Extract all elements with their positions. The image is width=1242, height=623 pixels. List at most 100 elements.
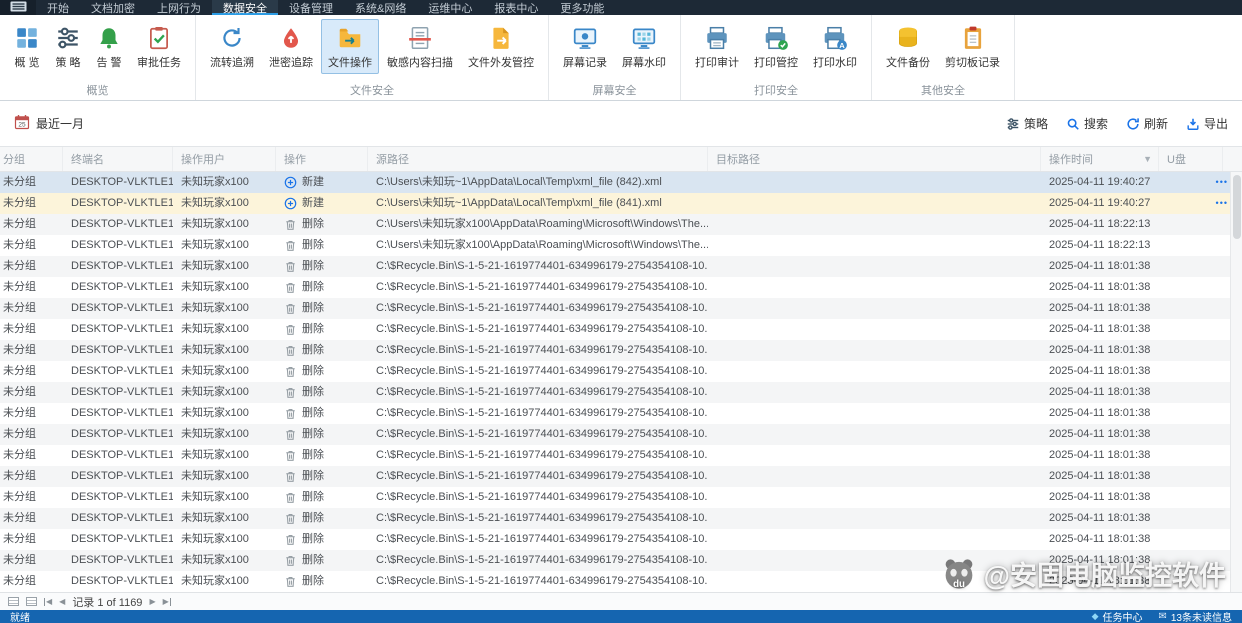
alarm-bell-button[interactable]: 告 警: [89, 19, 129, 74]
usb-cell: [1159, 277, 1223, 298]
screen-record-button[interactable]: 屏幕记录: [556, 19, 614, 74]
table-row[interactable]: 未分组 DESKTOP-VLKTLE1 未知玩家x100 新建 C:\Users\未知玩…: [0, 172, 1242, 193]
operation-cell: 删除: [276, 256, 368, 277]
column-header-3[interactable]: 操作: [276, 147, 368, 171]
table-row[interactable]: 未分组 DESKTOP-VLKTLE1 未知玩家x100 删除 C:\$Recycle.…: [0, 529, 1242, 550]
table-row[interactable]: 未分组 DESKTOP-VLKTLE1 未知玩家x100 删除 C:\$Recycle.…: [0, 571, 1242, 592]
terminal-cell: DESKTOP-VLKTLE1: [71, 302, 173, 314]
leak-track-button[interactable]: 泄密追踪: [262, 19, 320, 74]
table-row[interactable]: 未分组 DESKTOP-VLKTLE1 未知玩家x100 删除 C:\$Recycle.…: [0, 466, 1242, 487]
approval-clipboard-button[interactable]: 审批任务: [130, 19, 188, 74]
group-cell: 未分组: [3, 470, 36, 482]
table-row[interactable]: 未分组 DESKTOP-VLKTLE1 未知玩家x100 删除 C:\$Recycle.…: [0, 277, 1242, 298]
table-row[interactable]: 未分组 DESKTOP-VLKTLE1 未知玩家x100 删除 C:\$Recycle.…: [0, 424, 1242, 445]
column-header-6[interactable]: 操作时间 ▼: [1041, 147, 1159, 171]
refresh-button[interactable]: 刷新: [1126, 115, 1168, 132]
last-page-button[interactable]: ▶: [163, 597, 171, 606]
menu-item-2[interactable]: 上网行为: [146, 0, 212, 15]
time-filter-caret-icon[interactable]: ▼: [1143, 154, 1152, 164]
menu-item-1[interactable]: 文档加密: [80, 0, 146, 15]
table-row[interactable]: 未分组 DESKTOP-VLKTLE1 未知玩家x100 删除 C:\$Recycle.…: [0, 382, 1242, 403]
menu-item-3[interactable]: 数据安全: [212, 0, 278, 15]
unread-messages-button[interactable]: ✉ 13条未读信息: [1158, 609, 1232, 623]
column-header-1[interactable]: 终端名: [63, 147, 173, 171]
table-row[interactable]: 未分组 DESKTOP-VLKTLE1 未知玩家x100 删除 C:\$Recycle.…: [0, 445, 1242, 466]
print-audit-button[interactable]: 打印审计: [688, 19, 746, 74]
task-center-button[interactable]: ◆ 任务中心: [1092, 609, 1143, 623]
prev-page-button[interactable]: ◀: [59, 597, 65, 606]
usb-cell: [1159, 424, 1223, 445]
terminal-cell: DESKTOP-VLKTLE1: [71, 491, 173, 503]
operation-cell: 删除: [276, 319, 368, 340]
trash-icon: [284, 407, 297, 420]
row-more-button[interactable]: •••: [1216, 193, 1228, 214]
filter-sliders-button[interactable]: 策略: [1006, 115, 1048, 132]
operation-label: 新建: [302, 197, 324, 209]
table-row[interactable]: 未分组 DESKTOP-VLKTLE1 未知玩家x100 新建 C:\Users\未知玩…: [0, 193, 1242, 214]
menu-item-8[interactable]: 更多功能: [549, 0, 615, 15]
row-more-button[interactable]: •••: [1216, 172, 1228, 193]
export-button[interactable]: 导出: [1186, 115, 1228, 132]
ribbon-group-0: 概 览 策 略 告 警 审批任务概览: [0, 15, 196, 100]
table-row[interactable]: 未分组 DESKTOP-VLKTLE1 未知玩家x100 删除 C:\$Recycle.…: [0, 256, 1242, 277]
table-row[interactable]: 未分组 DESKTOP-VLKTLE1 未知玩家x100 删除 C:\$Recycle.…: [0, 340, 1242, 361]
dst-cell: [708, 487, 1041, 508]
terminal-cell: DESKTOP-VLKTLE1: [71, 449, 173, 461]
table-row[interactable]: 未分组 DESKTOP-VLKTLE1 未知玩家x100 删除 C:\$Recycle.…: [0, 361, 1242, 382]
flow-trace-button[interactable]: 流转追溯: [203, 19, 261, 74]
overview-grid-button[interactable]: 概 览: [7, 19, 47, 74]
menu-item-0[interactable]: 开始: [36, 0, 80, 15]
vertical-scrollbar[interactable]: [1230, 172, 1242, 592]
column-header-7[interactable]: U盘: [1159, 147, 1223, 171]
time-cell: 2025-04-11 18:01:38: [1049, 470, 1151, 482]
src-cell: C:\$Recycle.Bin\S-1-5-21-1619774401-6349…: [376, 386, 708, 398]
menu-item-7[interactable]: 报表中心: [483, 0, 549, 15]
screen-record-icon: [572, 25, 598, 51]
dst-cell: [708, 361, 1041, 382]
operation-label: 删除: [302, 386, 324, 398]
column-header-5[interactable]: 目标路径: [708, 147, 1041, 171]
file-outgoing-button[interactable]: 文件外发管控: [461, 19, 541, 74]
next-page-button[interactable]: ▶: [149, 597, 155, 606]
table-row[interactable]: 未分组 DESKTOP-VLKTLE1 未知玩家x100 删除 C:\$Recycle.…: [0, 487, 1242, 508]
file-operation-icon: [337, 25, 363, 51]
table-row[interactable]: 未分组 DESKTOP-VLKTLE1 未知玩家x100 删除 C:\$Recycle.…: [0, 550, 1242, 571]
file-operation-button[interactable]: 文件操作: [321, 19, 379, 74]
column-header-0[interactable]: 分组: [0, 147, 63, 171]
table-row[interactable]: 未分组 DESKTOP-VLKTLE1 未知玩家x100 删除 C:\$Recycle.…: [0, 508, 1242, 529]
user-cell: 未知玩家x100: [181, 323, 249, 335]
list-view-icon[interactable]: [26, 597, 37, 606]
table-row[interactable]: 未分组 DESKTOP-VLKTLE1 未知玩家x100 删除 C:\$Recycle.…: [0, 298, 1242, 319]
operation-label: 删除: [302, 260, 324, 272]
column-header-4[interactable]: 源路径: [368, 147, 708, 171]
src-cell: C:\$Recycle.Bin\S-1-5-21-1619774401-6349…: [376, 491, 708, 503]
app-menu-button[interactable]: [0, 0, 36, 15]
group-cell: 未分组: [3, 533, 36, 545]
grid-view-icon[interactable]: [8, 597, 19, 606]
menu-item-4[interactable]: 设备管理: [278, 0, 344, 15]
print-watermark-button[interactable]: A 打印水印: [806, 19, 864, 74]
group-cell: 未分组: [3, 218, 36, 230]
menu-item-6[interactable]: 运维中心: [417, 0, 483, 15]
print-control-button[interactable]: 打印管控: [747, 19, 805, 74]
terminal-cell: DESKTOP-VLKTLE1: [71, 281, 173, 293]
table-row[interactable]: 未分组 DESKTOP-VLKTLE1 未知玩家x100 删除 C:\$Recycle.…: [0, 319, 1242, 340]
src-cell: C:\$Recycle.Bin\S-1-5-21-1619774401-6349…: [376, 365, 708, 377]
date-range-filter[interactable]: 25 最近一月: [14, 114, 84, 133]
screen-watermark-button[interactable]: 屏幕水印: [615, 19, 673, 74]
scrollbar-thumb[interactable]: [1233, 175, 1241, 239]
table-row[interactable]: 未分组 DESKTOP-VLKTLE1 未知玩家x100 删除 C:\Users\未知玩…: [0, 214, 1242, 235]
menu-item-5[interactable]: 系统&网络: [344, 0, 417, 15]
column-header-2[interactable]: 操作用户: [173, 147, 276, 171]
ribbon-group-label: 概览: [86, 85, 109, 97]
table-row[interactable]: 未分组 DESKTOP-VLKTLE1 未知玩家x100 删除 C:\Users\未知玩…: [0, 235, 1242, 256]
sensitive-scan-button[interactable]: 敏感内容扫描: [380, 19, 460, 74]
search-button[interactable]: 搜索: [1066, 115, 1108, 132]
policy-sliders-button[interactable]: 策 略: [48, 19, 88, 74]
trash-icon: [284, 449, 297, 462]
clipboard-record-button[interactable]: 剪切板记录: [938, 19, 1007, 74]
table-row[interactable]: 未分组 DESKTOP-VLKTLE1 未知玩家x100 删除 C:\$Recycle.…: [0, 403, 1242, 424]
file-backup-button[interactable]: 文件备份: [879, 19, 937, 74]
usb-cell: [1159, 508, 1223, 529]
first-page-button[interactable]: ◀: [44, 597, 52, 606]
